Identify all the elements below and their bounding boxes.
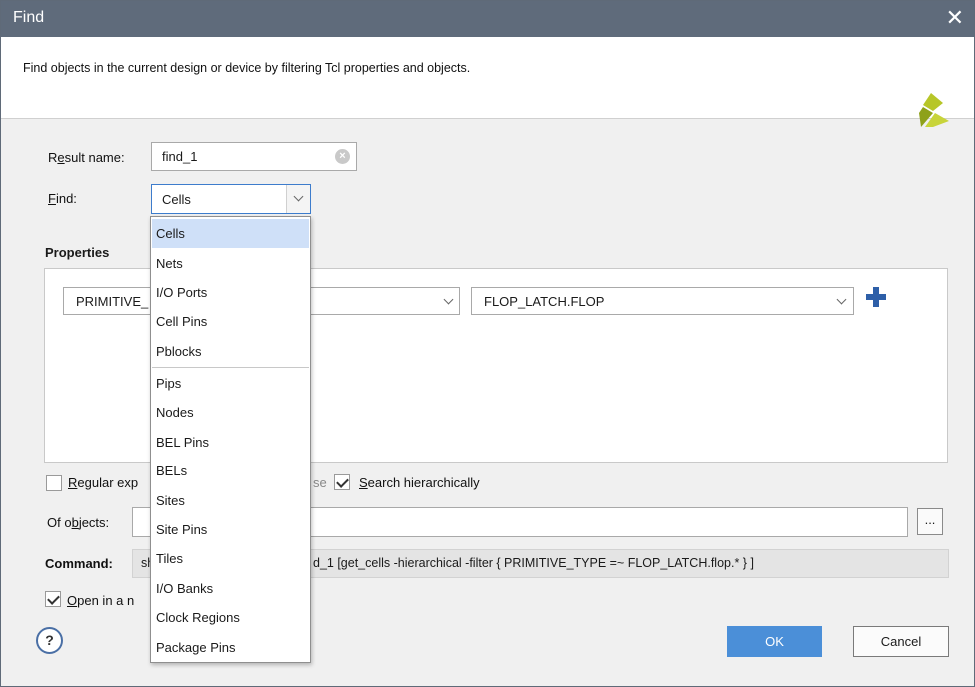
dropdown-item-pblocks[interactable]: Pblocks	[152, 337, 309, 366]
dropdown-item-site-pins[interactable]: Site Pins	[152, 515, 309, 544]
browse-objects-button[interactable]: ...	[917, 508, 943, 535]
search-hierarchically-label: Search hierarchically	[359, 475, 480, 490]
find-dialog: Find ✕ Find objects in the current desig…	[0, 0, 975, 687]
dropdown-item-package-pins[interactable]: Package Pins	[152, 633, 309, 662]
dropdown-item-io-ports[interactable]: I/O Ports	[152, 278, 309, 307]
ok-button[interactable]: OK	[727, 626, 822, 657]
find-type-value: Cells	[162, 192, 191, 207]
title-bar[interactable]: Find ✕	[1, 1, 974, 37]
dropdown-item-clock-regions[interactable]: Clock Regions	[152, 603, 309, 632]
dropdown-item-bel-pins[interactable]: BEL Pins	[152, 428, 309, 457]
dropdown-item-sites[interactable]: Sites	[152, 486, 309, 515]
property-value-value: FLOP_LATCH.FLOP	[484, 294, 605, 309]
result-name-value: find_1	[162, 149, 198, 164]
dropdown-item-io-banks[interactable]: I/O Banks	[152, 574, 309, 603]
dropdown-item-cell-pins[interactable]: Cell Pins	[152, 307, 309, 336]
xilinx-logo	[919, 93, 949, 127]
command-text-end: d_1 [get_cells -hierarchical -filter { P…	[313, 556, 754, 570]
help-icon[interactable]: ?	[36, 627, 63, 654]
match-case-label: se	[313, 475, 327, 490]
regular-expression-label: Regular exp	[68, 475, 139, 490]
add-filter-icon[interactable]	[865, 286, 887, 308]
find-type-select[interactable]: Cells	[151, 184, 311, 214]
property-value-select[interactable]: FLOP_LATCH.FLOP	[471, 287, 854, 315]
property-name-value: PRIMITIVE_	[76, 294, 149, 309]
close-icon[interactable]: ✕	[946, 5, 964, 31]
chevron-down-icon	[443, 294, 454, 305]
clear-icon[interactable]: ×	[335, 149, 350, 164]
dropdown-item-nets[interactable]: Nets	[152, 249, 309, 278]
dropdown-item-bels[interactable]: BELs	[152, 456, 309, 485]
properties-heading: Properties	[45, 245, 110, 260]
find-type-dropdown: Cells Nets I/O Ports Cell Pins Pblocks P…	[150, 216, 311, 663]
result-name-label: Result name:	[48, 150, 125, 165]
open-in-new-label: Open in a n	[67, 593, 135, 608]
chevron-down-icon[interactable]	[286, 185, 310, 213]
cancel-button[interactable]: Cancel	[853, 626, 949, 657]
open-in-new-checkbox[interactable]	[45, 591, 61, 607]
regular-expression-checkbox[interactable]	[46, 475, 62, 491]
dialog-description: Find objects in the current design or de…	[23, 61, 471, 75]
window-title: Find	[13, 9, 45, 26]
dialog-header: Find objects in the current design or de…	[1, 37, 974, 127]
of-objects-label: Of objects:	[47, 515, 110, 530]
command-label: Command:	[45, 556, 113, 571]
dropdown-item-pips[interactable]: Pips	[152, 369, 309, 398]
search-hierarchically-checkbox[interactable]	[334, 474, 350, 490]
dropdown-item-nodes[interactable]: Nodes	[152, 398, 309, 427]
dropdown-item-tiles[interactable]: Tiles	[152, 544, 309, 573]
dropdown-separator	[152, 367, 309, 368]
dropdown-item-cells[interactable]: Cells	[152, 219, 309, 248]
chevron-down-icon	[836, 294, 847, 305]
result-name-input[interactable]: find_1 ×	[151, 142, 357, 171]
find-label: Find:	[48, 191, 77, 206]
